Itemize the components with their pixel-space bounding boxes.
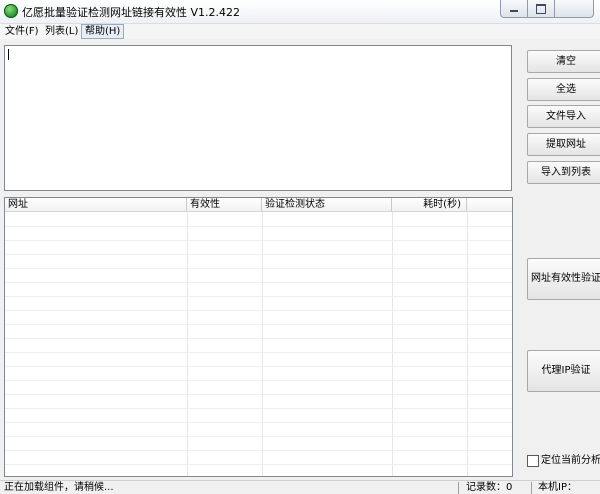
grid-row-line [5, 450, 512, 451]
minimize-icon [510, 10, 518, 12]
verify-urls-button[interactable]: 网址有效性验证 [527, 258, 600, 300]
grid-row-line [5, 254, 512, 255]
text-caret [8, 49, 9, 60]
status-message: 正在加载组件，请稍候... [4, 482, 114, 493]
grid-row-line [5, 296, 512, 297]
app-icon [4, 4, 18, 18]
record-count: 记录数：0 [466, 482, 513, 493]
grid-row-line [5, 352, 512, 353]
grid-row-line [5, 394, 512, 395]
minimize-button[interactable] [500, 0, 528, 18]
grid-row-line [5, 380, 512, 381]
url-text-area[interactable] [4, 45, 512, 191]
grid-row-line [5, 436, 512, 437]
grid-row-line [5, 338, 512, 339]
clear-button[interactable]: 清空 [527, 50, 600, 73]
table-body [5, 212, 512, 476]
status-separator [458, 482, 459, 494]
grid-row-line [5, 268, 512, 269]
locate-current-checkbox[interactable] [527, 455, 539, 467]
grid-row-line [5, 366, 512, 367]
grid-row-line [5, 282, 512, 283]
close-button[interactable] [554, 0, 594, 18]
maximize-icon [536, 4, 546, 14]
results-table[interactable]: 网址 有效性 验证检测状态 耗时(秒) [4, 197, 513, 477]
extract-urls-button[interactable]: 提取网址 [527, 133, 600, 156]
column-header-url[interactable]: 网址 [5, 198, 187, 211]
menu-list[interactable]: 列表(L) [42, 25, 81, 38]
local-ip: 本机IP： [538, 482, 577, 493]
grid-row-line [5, 408, 512, 409]
grid-row-line [5, 324, 512, 325]
grid-row-line [5, 226, 512, 227]
grid-row-line [5, 422, 512, 423]
grid-row-line [5, 310, 512, 311]
grid-row-line [5, 240, 512, 241]
maximize-button[interactable] [527, 0, 555, 18]
select-all-button[interactable]: 全选 [527, 78, 600, 101]
window-controls [500, 0, 594, 18]
locate-current-label: 定位当前分析项 [541, 455, 600, 466]
column-header-validity[interactable]: 有效性 [187, 198, 262, 211]
menu-file[interactable]: 文件(F) [2, 25, 42, 38]
status-bar: 正在加载组件，请稍候... 记录数：0 本机IP： [0, 480, 600, 494]
grid-row-line [5, 464, 512, 465]
menu-help[interactable]: 帮助(H) [81, 24, 125, 39]
proxy-ip-verify-button[interactable]: 代理IP验证 [527, 350, 600, 392]
status-separator [531, 482, 532, 494]
column-header-time[interactable]: 耗时(秒) [392, 198, 467, 211]
table-header: 网址 有效性 验证检测状态 耗时(秒) [5, 198, 512, 212]
column-header-status[interactable]: 验证检测状态 [262, 198, 392, 211]
window-title: 亿愿批量验证检测网址链接有效性 V1.2.422 [22, 6, 241, 19]
import-to-list-button[interactable]: 导入到列表 [527, 161, 600, 184]
title-bar: 亿愿批量验证检测网址链接有效性 V1.2.422 [0, 0, 600, 24]
import-file-button[interactable]: 文件导入 [527, 105, 600, 128]
menu-bar: 文件(F) 列表(L) 帮助(H) [0, 24, 600, 39]
